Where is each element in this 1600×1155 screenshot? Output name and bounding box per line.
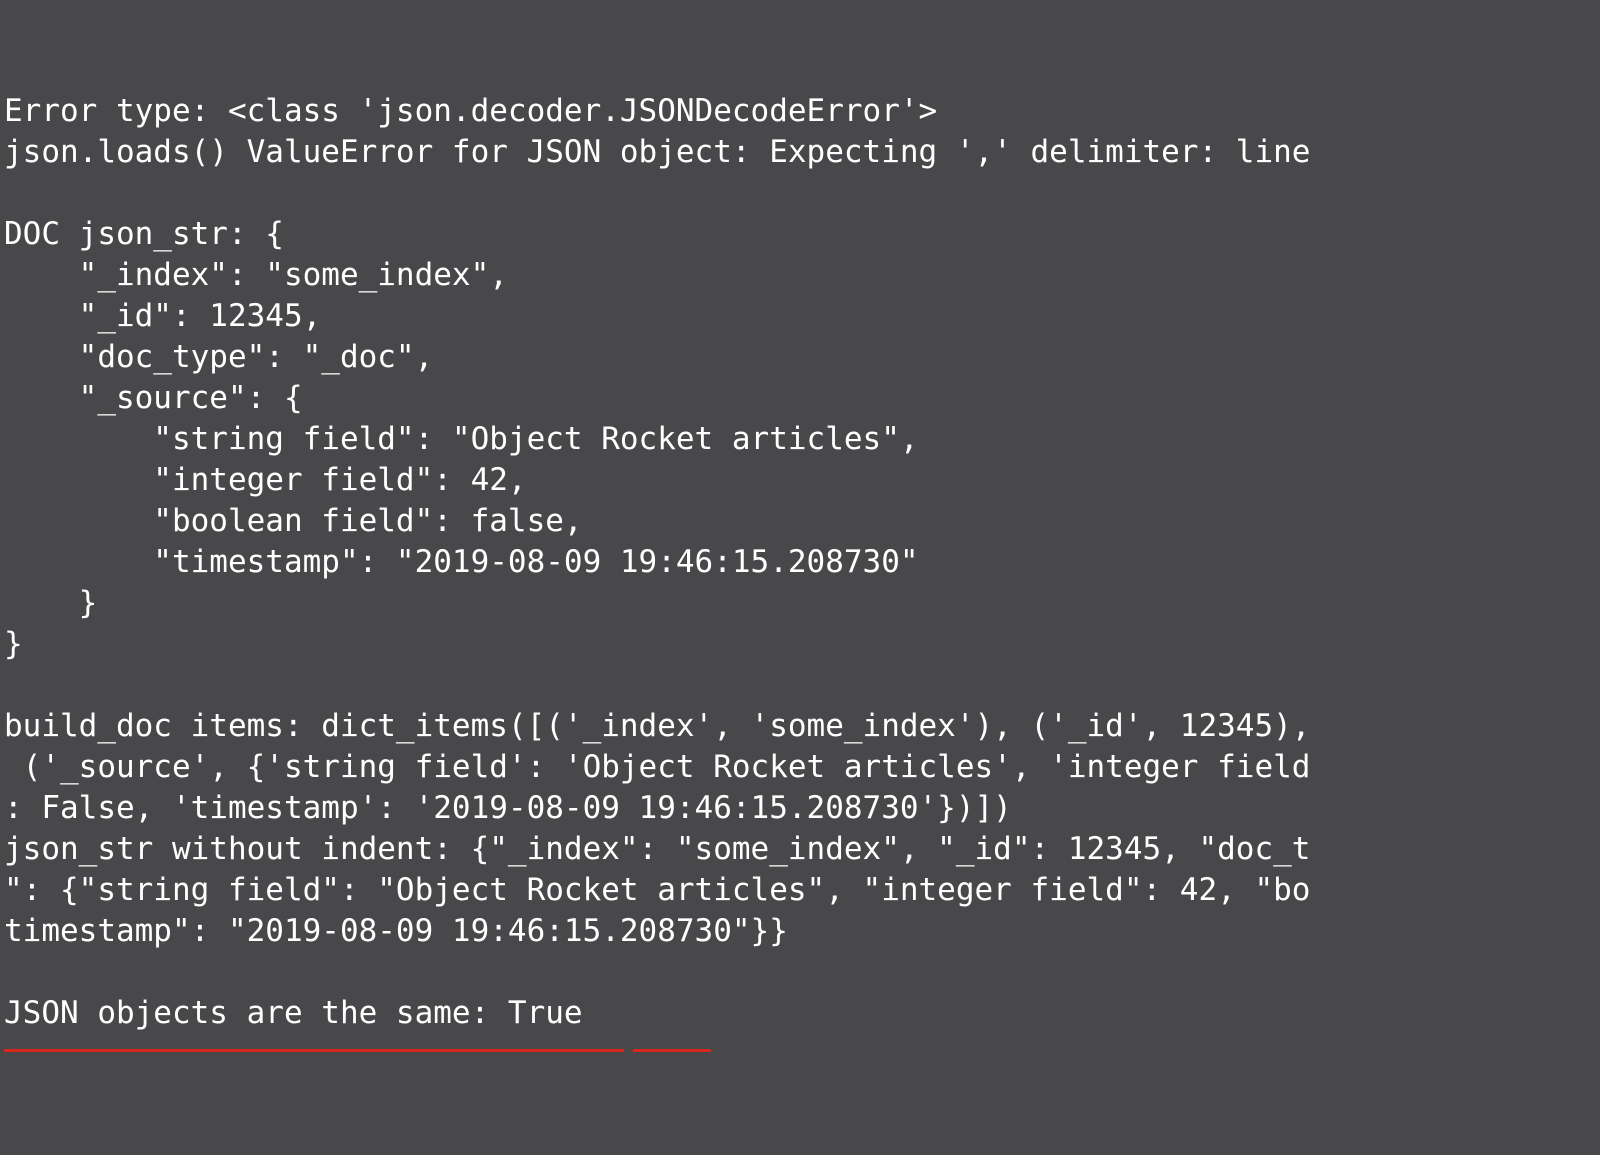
output-line: ('_source', {'string field': 'Object Roc… <box>4 749 1310 785</box>
output-line: "boolean field": false, <box>4 503 583 539</box>
output-line: "doc_type": "_doc", <box>4 339 433 375</box>
output-line: } <box>4 585 97 621</box>
annotation-underline <box>633 1049 711 1052</box>
output-line: "timestamp": "2019-08-09 19:46:15.208730… <box>4 544 919 580</box>
annotation-underline <box>4 1049 624 1052</box>
output-line: json.loads() ValueError for JSON object:… <box>4 134 1310 170</box>
output-line: } <box>4 626 23 662</box>
output-line: ": {"string field": "Object Rocket artic… <box>4 872 1310 908</box>
output-line: "integer field": 42, <box>4 462 527 498</box>
output-line: timestamp": "2019-08-09 19:46:15.208730"… <box>4 913 788 949</box>
output-line: "_id": 12345, <box>4 298 321 334</box>
terminal-output: Error type: <class 'json.decoder.JSONDec… <box>0 0 1600 1155</box>
output-line: : False, 'timestamp': '2019-08-09 19:46:… <box>4 790 1012 826</box>
output-line: DOC json_str: { <box>4 216 284 252</box>
output-line: "_index": "some_index", <box>4 257 508 293</box>
output-line: JSON objects are the same: True <box>4 995 583 1031</box>
output-line: json_str without indent: {"_index": "som… <box>4 831 1310 867</box>
output-line: "string field": "Object Rocket articles"… <box>4 421 919 457</box>
output-line: "_source": { <box>4 380 303 416</box>
output-line: build_doc items: dict_items([('_index', … <box>4 708 1310 744</box>
output-line: Error type: <class 'json.decoder.JSONDec… <box>4 93 937 129</box>
